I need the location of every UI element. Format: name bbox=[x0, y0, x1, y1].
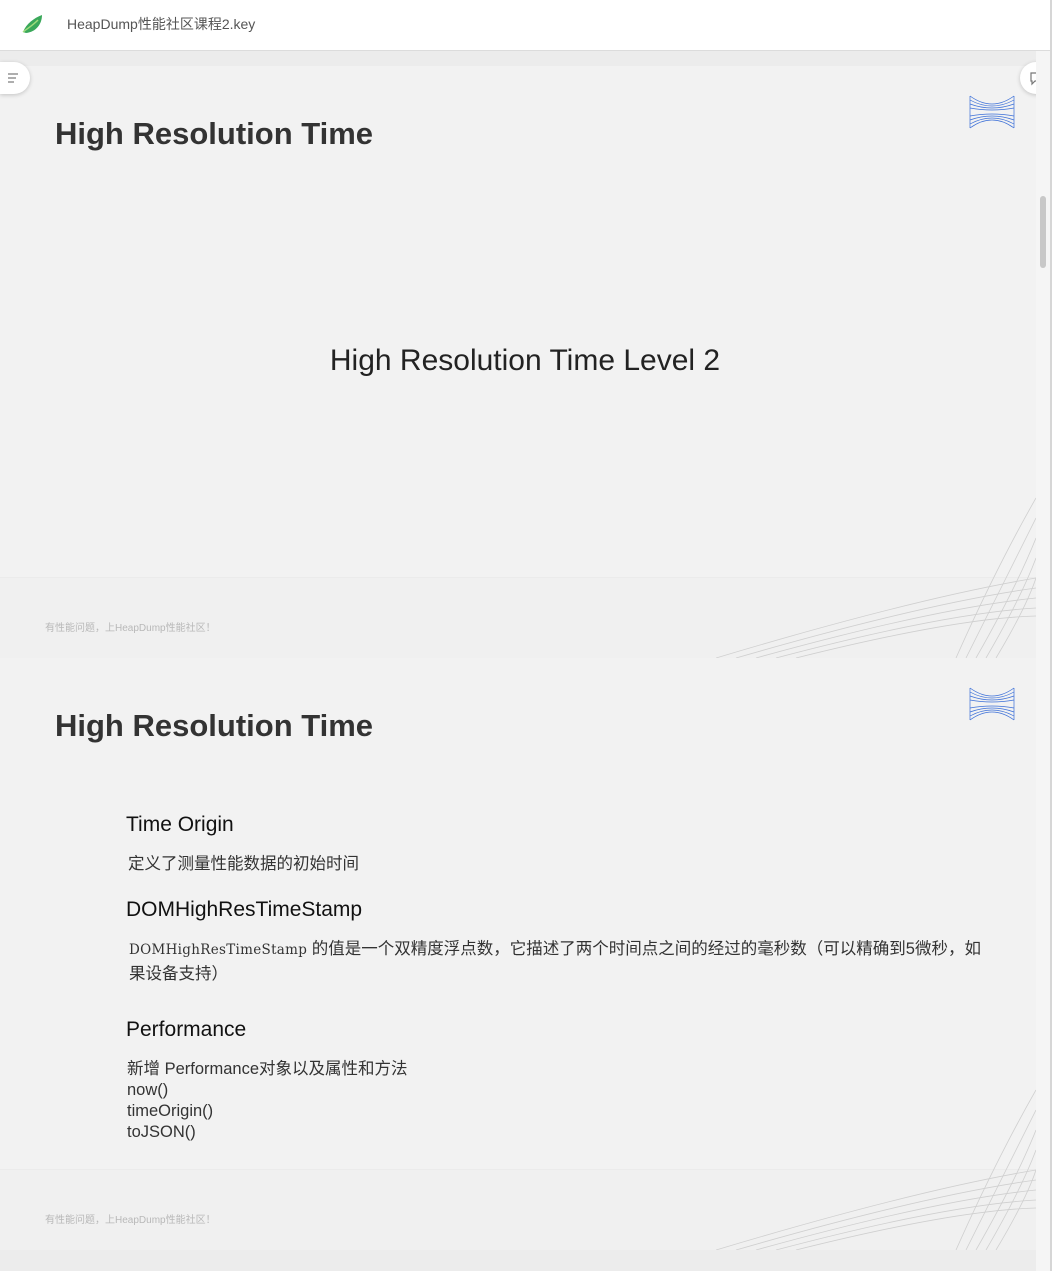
slide-2: High Resolution Time Time Origin 定义了测量性能… bbox=[0, 658, 1036, 1250]
document-title: HeapDump性能社区课程2.key bbox=[67, 16, 256, 32]
slide-1: High Resolution Time High Resolution Tim… bbox=[0, 66, 1036, 658]
scrollbar-thumb[interactable] bbox=[1040, 196, 1046, 268]
section-text: DOMHighResTimeStamp 的值是一个双精度浮点数，它描述了两个时间… bbox=[126, 937, 986, 986]
app-logo-icon[interactable] bbox=[20, 12, 44, 36]
decorative-swoosh bbox=[716, 1089, 1036, 1250]
corner-logo-icon bbox=[969, 95, 1015, 129]
slide-title: High Resolution Time bbox=[55, 708, 374, 743]
outline-toggle-button[interactable] bbox=[0, 62, 30, 94]
section-heading: Time Origin bbox=[126, 813, 234, 836]
slide-footer: 有性能问题，上HeapDump性能社区！ bbox=[45, 623, 216, 634]
slide-viewer[interactable]: High Resolution Time High Resolution Tim… bbox=[0, 51, 1036, 1271]
decorative-swoosh bbox=[716, 497, 1036, 658]
slide-subtitle: High Resolution Time Level 2 bbox=[329, 344, 721, 377]
code-term: DOMHighResTimeStamp bbox=[129, 942, 308, 958]
slide-footer: 有性能问题，上HeapDump性能社区！ bbox=[45, 1215, 216, 1226]
section-text: 定义了测量性能数据的初始时间 bbox=[128, 855, 359, 873]
slide-title: High Resolution Time bbox=[55, 116, 374, 151]
outline-icon bbox=[8, 73, 18, 83]
section-heading: DOMHighResTimeStamp bbox=[126, 898, 363, 921]
top-bar: HeapDump性能社区课程2.key bbox=[0, 0, 1050, 51]
corner-logo-icon bbox=[969, 687, 1015, 721]
